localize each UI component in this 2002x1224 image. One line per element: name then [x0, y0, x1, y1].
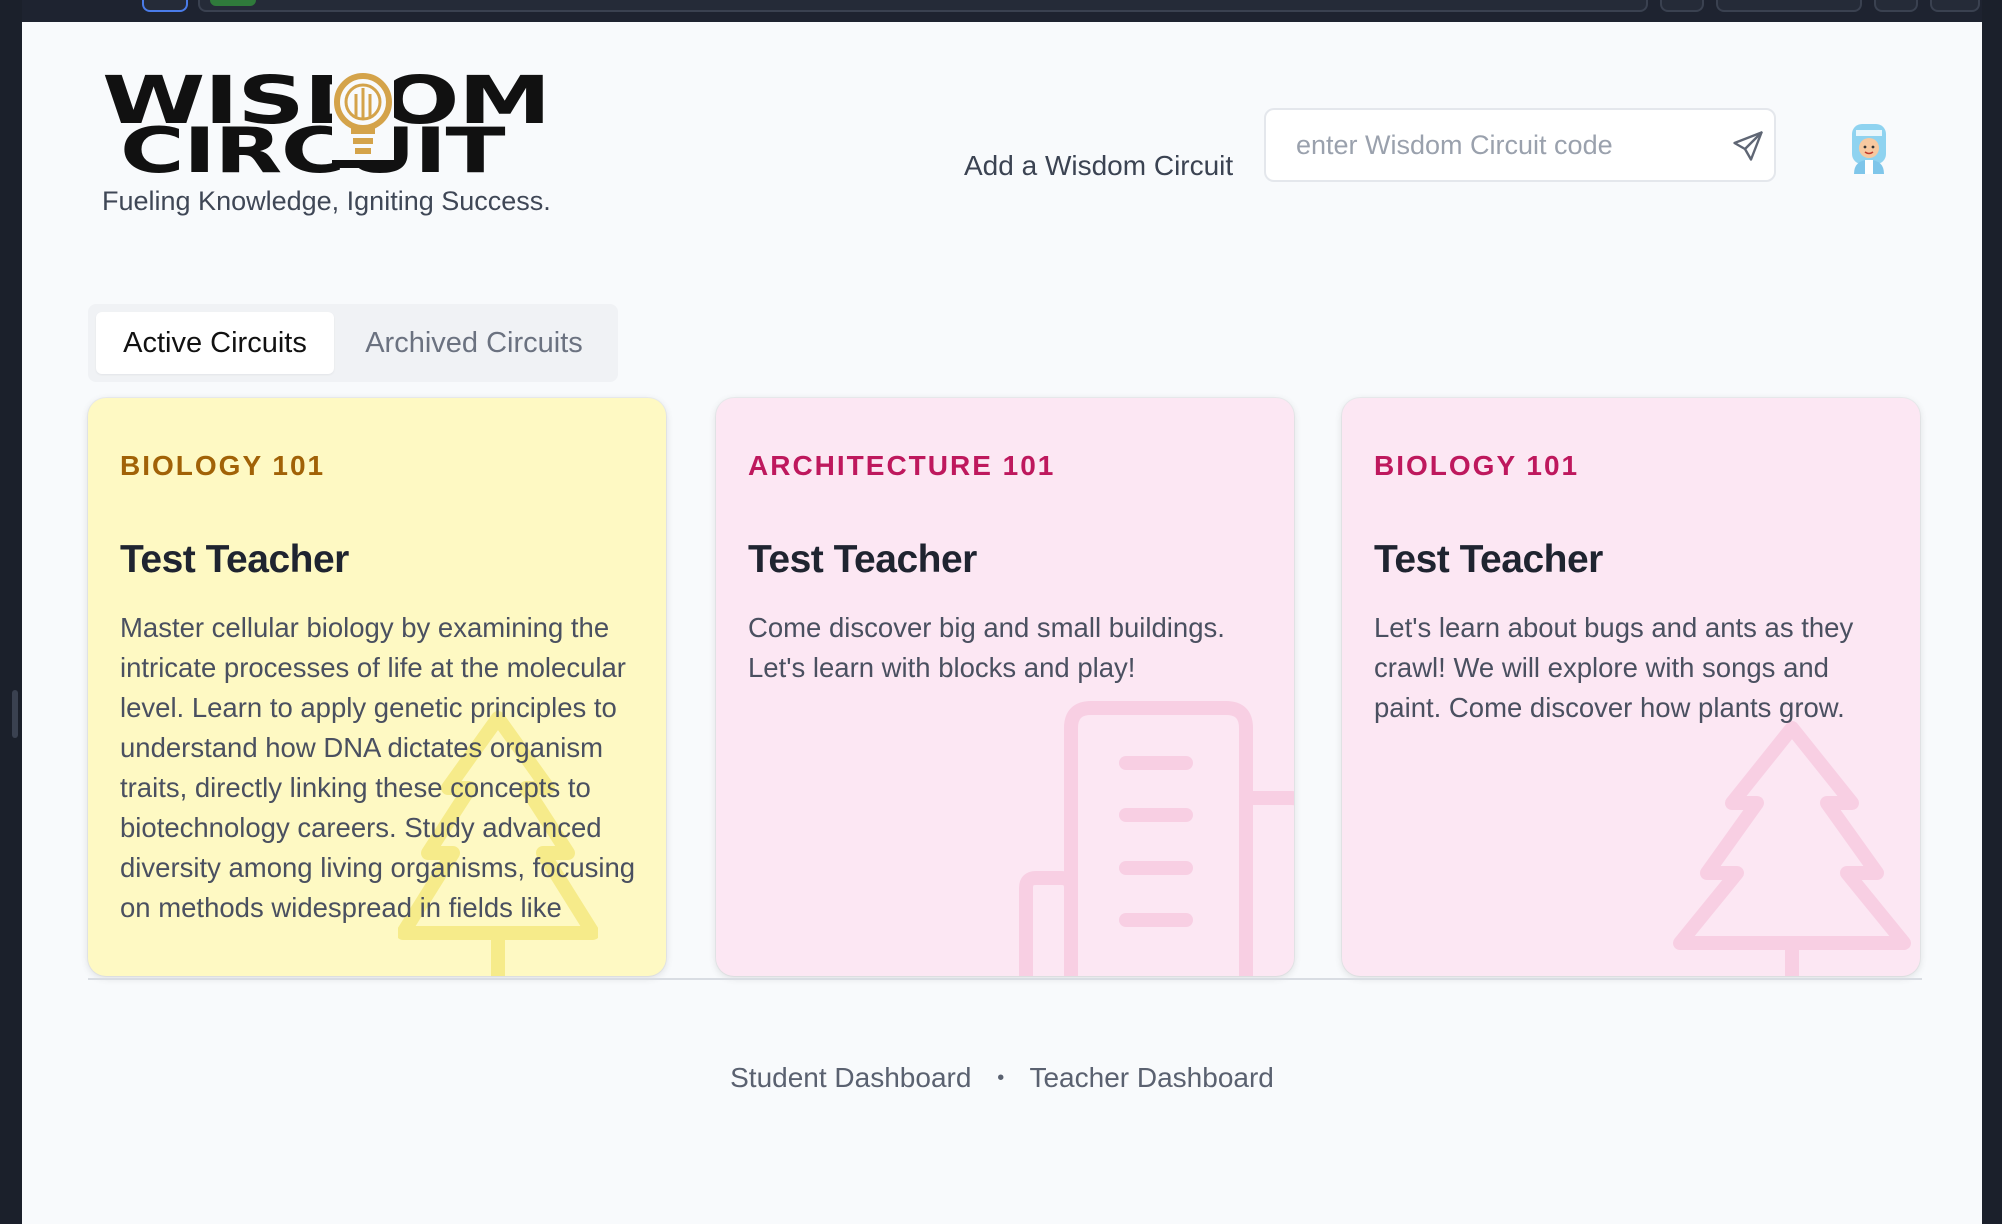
- browser-chrome: [0, 0, 2002, 22]
- card-teacher: Test Teacher: [1374, 538, 1603, 581]
- secure-indicator: [210, 0, 256, 6]
- circuit-card[interactable]: BIOLOGY 101 Test Teacher Master cellular…: [88, 398, 666, 976]
- browser-button[interactable]: [1874, 0, 1918, 12]
- footer: Student Dashboard • Teacher Dashboard: [22, 1062, 1982, 1094]
- student-dashboard-link[interactable]: Student Dashboard: [730, 1062, 971, 1093]
- send-icon[interactable]: [1730, 128, 1766, 164]
- window-edge: [1982, 0, 2002, 1224]
- add-circuit-label: Add a Wisdom Circuit: [964, 150, 1234, 181]
- card-subject: ARCHITECTURE 101: [748, 450, 1056, 481]
- page: WISDOM CIRCUIT Fueling Knowledge, Igniti…: [22, 22, 1982, 1224]
- card-teacher: Test Teacher: [120, 538, 349, 581]
- logo[interactable]: WISDOM CIRCUIT: [102, 68, 551, 188]
- circuit-code-input[interactable]: [1296, 110, 1696, 180]
- card-subject: BIOLOGY 101: [1374, 450, 1580, 481]
- tagline: Fueling Knowledge, Igniting Success.: [102, 186, 551, 216]
- circuit-card[interactable]: BIOLOGY 101 Test Teacher Let's learn abo…: [1342, 398, 1920, 976]
- resize-handle[interactable]: [12, 690, 18, 738]
- teacher-dashboard-link[interactable]: Teacher Dashboard: [1029, 1062, 1273, 1093]
- logo-line-2: CIRCUIT: [120, 114, 506, 187]
- tree-icon: [1673, 721, 1911, 976]
- browser-tab-button[interactable]: [142, 0, 188, 12]
- circuit-card[interactable]: ARCHITECTURE 101 Test Teacher Come disco…: [716, 398, 1294, 976]
- divider: [88, 978, 1922, 980]
- card-description: Master cellular biology by examining the…: [120, 612, 636, 923]
- card-description: Come discover big and small buildings. L…: [748, 612, 1225, 683]
- card-description: Let's learn about bugs and ants as they …: [1374, 612, 1854, 723]
- tab-archived-circuits[interactable]: Archived Circuits: [340, 312, 608, 374]
- window-edge: [0, 0, 22, 1224]
- lightbulb-icon: [332, 70, 394, 168]
- address-bar[interactable]: [198, 0, 1648, 12]
- user-avatar[interactable]: [1846, 122, 1892, 174]
- circuit-tabs: Active Circuits Archived Circuits: [88, 304, 618, 382]
- browser-button[interactable]: [1660, 0, 1704, 12]
- browser-button[interactable]: [1716, 0, 1862, 12]
- card-subject: BIOLOGY 101: [120, 450, 326, 481]
- tab-active-circuits[interactable]: Active Circuits: [96, 312, 334, 374]
- browser-button[interactable]: [1930, 0, 1980, 12]
- circuit-code-field[interactable]: [1264, 108, 1776, 182]
- card-teacher: Test Teacher: [748, 538, 977, 581]
- footer-separator: •: [997, 1067, 1005, 1089]
- building-icon: [1019, 701, 1294, 976]
